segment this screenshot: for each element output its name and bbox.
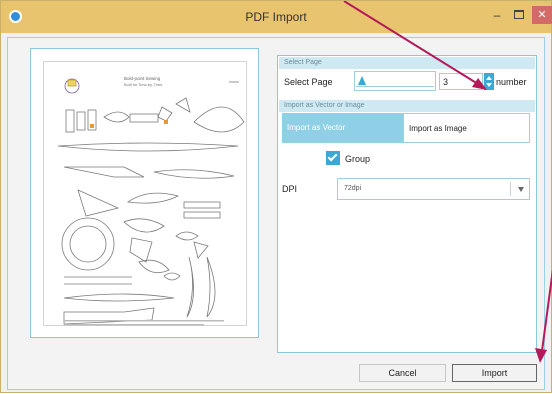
select-page-label: Select Page [284, 77, 333, 87]
page-spinner[interactable] [484, 73, 494, 90]
dpi-divider [510, 182, 511, 196]
dpi-label: DPI [282, 184, 298, 194]
cancel-button[interactable]: Cancel [359, 364, 446, 382]
pattern-preview-drawing: Bold-point Sewing Built for Sew-by-Thee [57, 76, 245, 326]
pdf-import-dialog: PDF Import – ✕ Bold-point Sewing Built f… [0, 0, 552, 393]
page-number-annotation: number [496, 77, 527, 87]
import-settings-panel: Select Page Import as Vector or Image [277, 55, 537, 353]
import-as-image-button[interactable]: Import as Image [403, 113, 530, 143]
spin-up-icon[interactable] [486, 76, 492, 80]
select-page-section-header: Select Page [279, 57, 535, 69]
preview-heading: Bold-point Sewing [124, 76, 161, 81]
dpi-select[interactable]: 72dpi [337, 178, 530, 200]
window-title: PDF Import [245, 10, 307, 24]
import-mode-section-header: Import as Vector or Image [279, 100, 535, 112]
close-button[interactable]: ✕ [532, 6, 552, 24]
slider-track [356, 86, 434, 87]
group-label: Group [345, 154, 371, 164]
group-checkbox[interactable] [326, 151, 340, 165]
import-button[interactable]: Import [452, 364, 537, 382]
spin-down-icon[interactable] [486, 83, 492, 87]
check-icon [327, 151, 338, 162]
preview-page: Bold-point Sewing Built for Sew-by-Thee [43, 61, 247, 326]
slider-thumb[interactable] [358, 76, 366, 85]
pdf-preview: Bold-point Sewing Built for Sew-by-Thee [30, 48, 259, 338]
dpi-value: 72dpi [344, 185, 362, 192]
import-as-vector-button[interactable]: Import as Vector [282, 113, 403, 143]
page-slider[interactable] [354, 71, 436, 91]
maximize-button[interactable] [510, 6, 528, 24]
chevron-down-icon[interactable] [518, 187, 524, 192]
preview-subheading: Built for Sew-by-Thee [124, 82, 163, 87]
maximize-icon [514, 10, 524, 19]
title-bar[interactable]: PDF Import – ✕ [1, 1, 552, 33]
page-number-input[interactable] [439, 73, 483, 90]
minimize-button[interactable]: – [488, 6, 506, 24]
